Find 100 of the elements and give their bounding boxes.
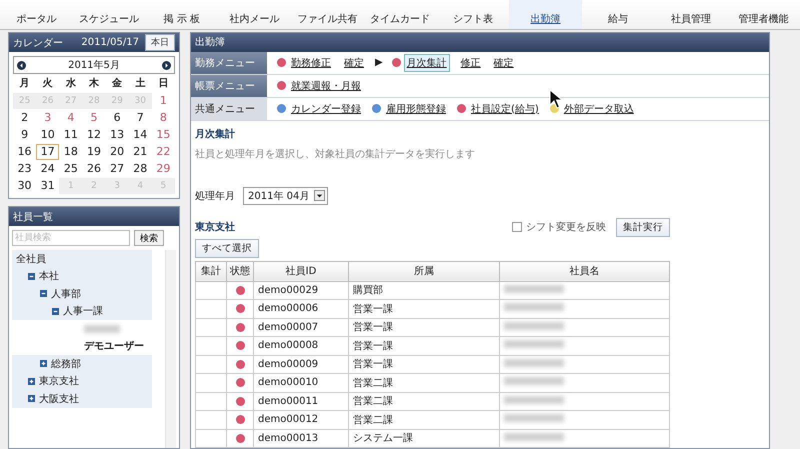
- nav-tab[interactable]: 掲 示 板: [145, 0, 218, 29]
- blurred-name: [504, 340, 564, 348]
- calendar-day[interactable]: 16: [13, 144, 36, 160]
- table-cell: 営業二課: [348, 410, 500, 430]
- weekday-label: 月: [18, 77, 31, 91]
- menu-link[interactable]: 雇用形態登録: [384, 100, 448, 117]
- tree-item[interactable]: 人事部: [51, 286, 81, 301]
- calendar-day[interactable]: 26: [82, 161, 106, 177]
- nav-tab[interactable]: タイムカード: [364, 0, 436, 29]
- weekday-label: 金: [111, 76, 124, 91]
- expand-icon[interactable]: [40, 360, 47, 368]
- calendar-day[interactable]: 30: [13, 178, 36, 194]
- calendar-day[interactable]: 2: [13, 110, 36, 126]
- menu-link[interactable]: 社員設定(給与): [469, 100, 541, 117]
- table-cell: demo00007: [254, 318, 348, 337]
- calendar-day[interactable]: 1: [152, 93, 175, 109]
- weekday-label: 土: [134, 76, 146, 91]
- calendar-day[interactable]: 28: [128, 161, 152, 177]
- menu-label: 共通メニュー: [191, 98, 267, 120]
- scrollbar[interactable]: [165, 250, 176, 448]
- period-dropdown[interactable]: 2011年 04月: [243, 186, 328, 205]
- nav-tab[interactable]: 管理者機能: [727, 0, 800, 29]
- today-button[interactable]: 本日: [145, 34, 175, 51]
- blurred-name: [504, 414, 564, 422]
- menu-link[interactable]: 確定: [492, 54, 516, 71]
- calendar-day[interactable]: 15: [152, 127, 175, 143]
- nav-tab[interactable]: 出勤簿: [509, 0, 582, 29]
- caret-icon[interactable]: [314, 190, 326, 202]
- nav-tab[interactable]: ポータル: [0, 0, 73, 29]
- menu-link[interactable]: 勤務修正: [289, 54, 333, 71]
- calendar-day[interactable]: 8: [152, 110, 175, 126]
- table-cell: 営業一課: [348, 300, 500, 318]
- calendar-day[interactable]: 27: [106, 161, 129, 177]
- column-header: 社員名: [500, 261, 670, 282]
- calendar-day[interactable]: 10: [36, 127, 60, 143]
- column-header: 状態: [226, 261, 254, 282]
- menu-label: 勤務メニュー: [191, 52, 267, 74]
- tree-item[interactable]: 総務部: [51, 356, 81, 371]
- search-field[interactable]: 社員検索: [12, 230, 130, 246]
- blurred-name: [504, 303, 564, 312]
- nav-tab[interactable]: 社内メール: [218, 0, 291, 29]
- checkbox[interactable]: [512, 222, 522, 232]
- blurred-name: [504, 358, 564, 367]
- calendar-day[interactable]: 13: [106, 127, 129, 143]
- calendar-day[interactable]: 17: [36, 144, 60, 160]
- calendar-day[interactable]: 21: [128, 144, 152, 160]
- tree-item[interactable]: 全社員: [16, 252, 46, 266]
- nav-tab[interactable]: スケジュール: [72, 0, 146, 29]
- nav-tab[interactable]: シフト表: [436, 0, 510, 29]
- expand-icon[interactable]: [28, 395, 35, 402]
- calendar-day[interactable]: 12: [82, 127, 106, 143]
- calendar-day[interactable]: 9: [13, 127, 36, 143]
- collapse-icon[interactable]: [52, 308, 59, 315]
- calendar-day[interactable]: 6: [106, 110, 129, 126]
- menu-link[interactable]: 修正: [458, 54, 483, 71]
- calendar-day[interactable]: 24: [36, 161, 60, 177]
- run-button[interactable]: 集計実行: [616, 218, 670, 237]
- calendar-day[interactable]: 5: [82, 110, 106, 126]
- table-cell: demo00006: [254, 300, 348, 318]
- calendar-day[interactable]: 19: [82, 144, 106, 160]
- menu-link[interactable]: 外部データ取込: [562, 100, 636, 117]
- nav-tab[interactable]: 給与: [582, 0, 655, 29]
- next-month-icon[interactable]: [162, 60, 171, 70]
- weekday-label: 火: [42, 76, 54, 91]
- checkbox-label: シフト変更を反映: [526, 220, 606, 234]
- menu-link[interactable]: カレンダー登録: [289, 100, 363, 117]
- calendar-day[interactable]: 3: [36, 110, 60, 126]
- calendar-day[interactable]: 31: [36, 178, 60, 194]
- menu-link[interactable]: 確定: [342, 54, 366, 71]
- calendar-day[interactable]: 25: [59, 161, 82, 177]
- nav-tab[interactable]: ファイル共有: [290, 0, 364, 29]
- nav-tab[interactable]: 社員管理: [654, 0, 728, 29]
- previous-month-icon[interactable]: [17, 60, 26, 70]
- table-cell: demo00008: [254, 336, 348, 356]
- calendar-day[interactable]: 29: [152, 161, 175, 177]
- select-all-button[interactable]: すべて選択: [195, 238, 259, 258]
- collapse-icon[interactable]: [40, 290, 47, 298]
- tree-item[interactable]: デモユーザー: [84, 339, 144, 354]
- calendar-day[interactable]: 22: [152, 144, 175, 160]
- column-header: 集計: [196, 261, 226, 282]
- menu-link[interactable]: 月次集計: [404, 54, 450, 72]
- table-cell: システム一課: [348, 429, 500, 448]
- calendar-day[interactable]: 14: [128, 127, 152, 143]
- calendar-day[interactable]: 18: [59, 144, 82, 160]
- tree-item[interactable]: 本社: [39, 269, 59, 284]
- table-cell: demo00009: [254, 355, 348, 374]
- menu-link[interactable]: 就業週報・月報: [289, 78, 363, 94]
- table-cell: demo00013: [254, 429, 348, 448]
- weekday-label: 日: [157, 77, 170, 91]
- calendar-day[interactable]: 4: [59, 110, 82, 126]
- calendar-day[interactable]: 20: [106, 144, 129, 160]
- calendar-day[interactable]: 23: [13, 161, 36, 177]
- calendar-day[interactable]: 11: [59, 127, 82, 143]
- collapse-icon[interactable]: [28, 272, 35, 280]
- search-button[interactable]: 検索: [134, 230, 164, 246]
- calendar-day[interactable]: 7: [128, 110, 152, 126]
- weekday-label: 水: [64, 76, 77, 91]
- blurred-name: [504, 322, 564, 330]
- column-header: 所属: [348, 261, 500, 282]
- expand-icon[interactable]: [28, 378, 35, 385]
